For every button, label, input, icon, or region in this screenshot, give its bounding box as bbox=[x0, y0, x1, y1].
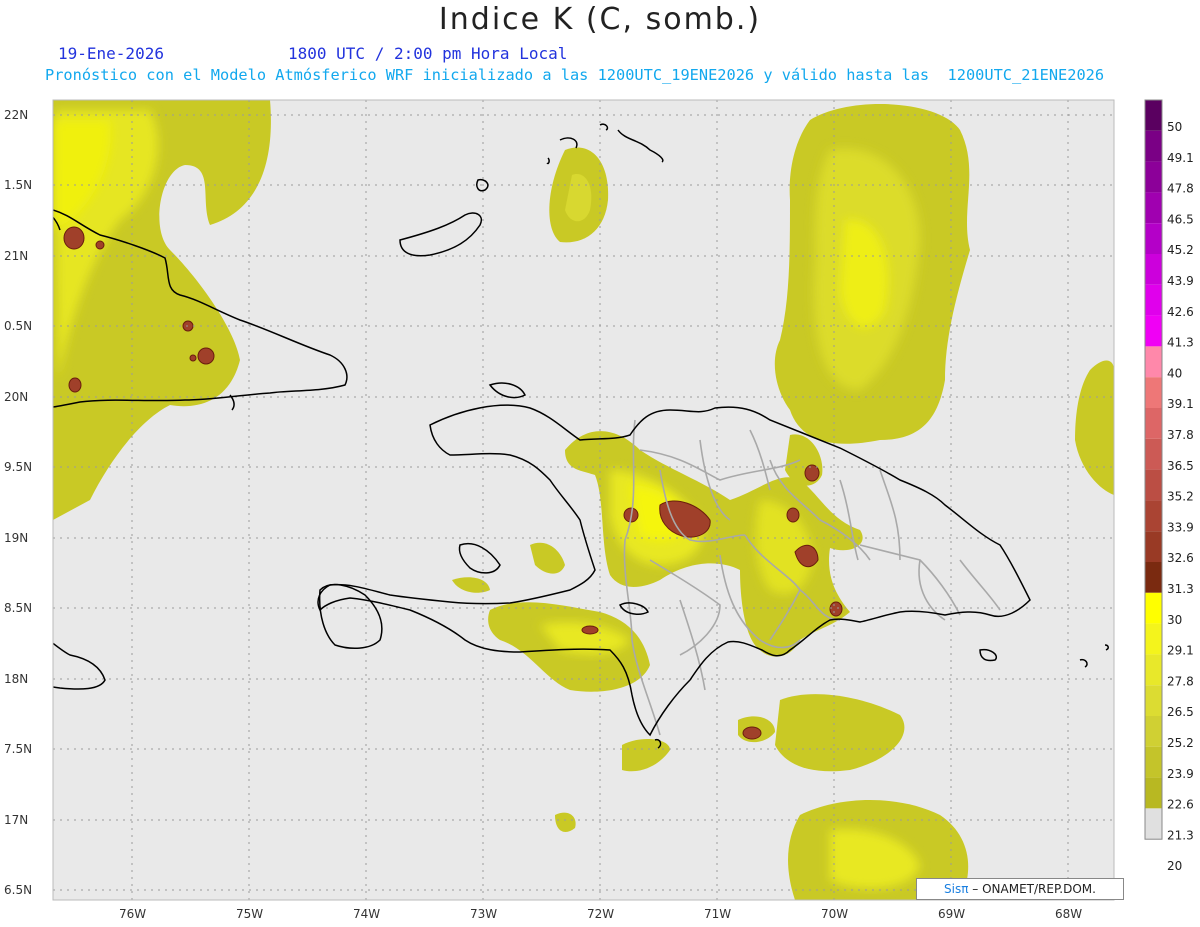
lon-label: 75W bbox=[236, 907, 264, 921]
colorbar-label: 50 bbox=[1167, 120, 1182, 134]
lat-label: 18N bbox=[4, 672, 29, 686]
lon-label: 74W bbox=[353, 907, 381, 921]
colorbar-swatch bbox=[1145, 685, 1162, 716]
colorbar-label: 22.6 bbox=[1167, 798, 1194, 812]
colorbar-label: 31.3 bbox=[1167, 582, 1194, 596]
colorbar-swatch bbox=[1145, 377, 1162, 408]
sispi-logo: Sis bbox=[944, 882, 962, 896]
lon-label: 70W bbox=[821, 907, 849, 921]
credit-badge: Sisπ – ONAMET/REP.DOM. bbox=[916, 878, 1124, 900]
pi-symbol: π bbox=[961, 882, 969, 896]
colorbar-label: 32.6 bbox=[1167, 551, 1194, 565]
colorbar-swatch bbox=[1145, 192, 1162, 224]
colorbar-label: 49.1 bbox=[1167, 151, 1194, 165]
lat-label: 20N bbox=[4, 390, 29, 404]
colorbar-swatch bbox=[1145, 223, 1162, 254]
lon-label: 68W bbox=[1055, 907, 1083, 921]
colorbar-swatch bbox=[1145, 562, 1162, 593]
colorbar-label: 30 bbox=[1167, 613, 1182, 627]
colorbar-swatch bbox=[1145, 469, 1162, 501]
lat-label: 21N bbox=[4, 249, 29, 263]
colorbar-label: 20 bbox=[1167, 859, 1182, 873]
colorbar-swatch bbox=[1145, 777, 1162, 809]
lat-label: 7.5N bbox=[4, 742, 33, 756]
colorbar-label: 43.9 bbox=[1167, 274, 1194, 288]
colorbar-swatch bbox=[1145, 746, 1162, 778]
k-index-map: 50 49.1 47.8 46.5 45.2 43.9 42.6 41.3 40 39.1 37.8… bbox=[52, 99, 1194, 901]
colorbar-label: 45.2 bbox=[1167, 243, 1194, 257]
lon-label: 76W bbox=[119, 907, 147, 921]
colorbar-label: 27.8 bbox=[1167, 674, 1194, 688]
lat-label: 6.5N bbox=[4, 883, 33, 897]
colorbar-swatch bbox=[1145, 315, 1162, 347]
colorbar-label: 36.5 bbox=[1167, 459, 1194, 473]
colorbar-label: 26.5 bbox=[1167, 705, 1194, 719]
colorbar-swatch bbox=[1145, 161, 1162, 193]
colorbar-label: 25.2 bbox=[1167, 736, 1194, 750]
colorbar-swatch bbox=[1145, 408, 1162, 439]
colorbar-label: 35.2 bbox=[1167, 490, 1194, 504]
lon-label: 71W bbox=[704, 907, 732, 921]
lat-label: 1.5N bbox=[4, 178, 33, 192]
colorbar-label: 37.8 bbox=[1167, 428, 1194, 442]
colorbar-label: 40 bbox=[1167, 366, 1182, 380]
lat-label: 9.5N bbox=[4, 460, 33, 474]
colorbar-label: 46.5 bbox=[1167, 212, 1194, 226]
colorbar-label: 41.3 bbox=[1167, 336, 1194, 350]
colorbar-label: 23.9 bbox=[1167, 767, 1194, 781]
colorbar-swatch bbox=[1145, 438, 1162, 470]
colorbar-label: 21.3 bbox=[1167, 828, 1194, 842]
colorbar-swatch bbox=[1145, 346, 1162, 378]
credit-text: – ONAMET/REP.DOM. bbox=[972, 882, 1096, 896]
lat-label: 17N bbox=[4, 813, 29, 827]
lat-label: 0.5N bbox=[4, 319, 33, 333]
lon-label: 72W bbox=[587, 907, 615, 921]
colorbar: 50 49.1 47.8 46.5 45.2 43.9 42.6 41.3 40 39.1 37.8… bbox=[1144, 99, 1194, 873]
colorbar-swatch bbox=[1145, 100, 1162, 131]
colorbar-label: 47.8 bbox=[1167, 182, 1194, 196]
colorbar-swatch bbox=[1145, 592, 1162, 624]
colorbar-swatch bbox=[1145, 654, 1162, 686]
colorbar-label: 33.9 bbox=[1167, 520, 1194, 534]
lon-label: 73W bbox=[470, 907, 498, 921]
colorbar-swatch bbox=[1145, 130, 1162, 162]
colorbar-swatch bbox=[1145, 531, 1162, 562]
colorbar-swatch bbox=[1145, 808, 1162, 840]
colorbar-label: 39.1 bbox=[1167, 397, 1194, 411]
colorbar-swatch bbox=[1145, 716, 1162, 747]
lat-label: 22N bbox=[4, 108, 29, 122]
colorbar-label: 29.1 bbox=[1167, 644, 1194, 658]
colorbar-label: 42.6 bbox=[1167, 305, 1194, 319]
colorbar-swatch bbox=[1145, 500, 1162, 532]
lon-label: 69W bbox=[938, 907, 966, 921]
colorbar-swatch bbox=[1145, 623, 1162, 655]
lat-label: 19N bbox=[4, 531, 29, 545]
colorbar-swatch bbox=[1145, 254, 1162, 285]
colorbar-swatch bbox=[1145, 284, 1162, 316]
lat-label: 8.5N bbox=[4, 601, 33, 615]
